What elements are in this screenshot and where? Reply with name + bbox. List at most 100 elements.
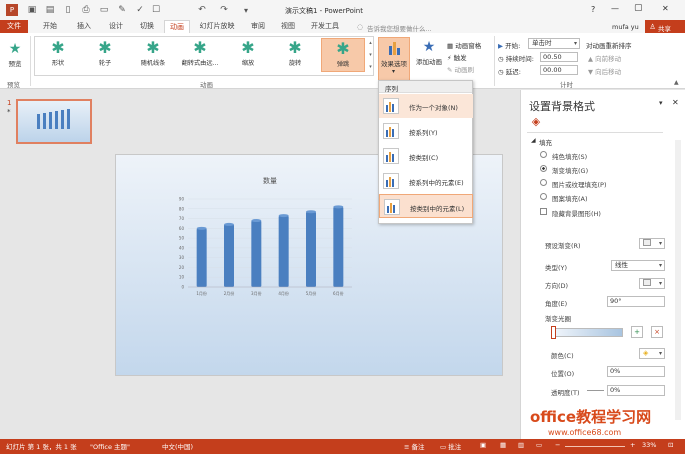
transparency-slider[interactable] xyxy=(587,390,604,391)
print-icon[interactable]: ⎙ xyxy=(80,4,92,16)
y-tick-label: 50 xyxy=(179,236,185,241)
effect-grow-turn[interactable]: ✱ 翻转式由远... xyxy=(178,38,222,72)
add-stop-icon[interactable]: + xyxy=(631,326,643,338)
zoom-level[interactable]: 33% xyxy=(642,441,656,449)
tab-file[interactable]: 文件 xyxy=(0,20,28,33)
effect-wheel[interactable]: ✱ 轮子 xyxy=(83,38,127,72)
fill-section-header[interactable]: 填充 xyxy=(539,137,552,147)
wheel-star-icon: ✱ xyxy=(98,38,112,57)
tab-slideshow[interactable]: 幻灯片放映 xyxy=(196,20,238,33)
open-icon[interactable]: ☐ xyxy=(150,4,162,16)
collapse-ribbon-icon[interactable]: ▲ xyxy=(674,79,679,86)
effect-label: 翻转式由远... xyxy=(181,60,219,67)
user-name[interactable]: mufa yu xyxy=(612,23,639,31)
effect-zoom[interactable]: ✱ 缩放 xyxy=(226,38,270,72)
duration-input[interactable]: 00.50 xyxy=(540,52,578,62)
spell-check-icon[interactable]: ✓ xyxy=(134,4,146,16)
fit-slide-icon[interactable]: ⊡ xyxy=(668,441,673,449)
slideshow-icon[interactable]: ▭ xyxy=(536,441,542,449)
powerpoint-logo-icon: P xyxy=(6,4,18,16)
preset-gradient-dropdown[interactable] xyxy=(639,238,665,249)
menu-item-by-category[interactable]: 按类别(C) xyxy=(379,144,473,168)
language[interactable]: 中文(中国) xyxy=(162,441,193,451)
menu-item-by-series[interactable]: 按系列(Y) xyxy=(379,119,473,143)
format-painter-icon[interactable]: ✎ xyxy=(116,4,128,16)
undo-icon[interactable]: ↶ xyxy=(194,4,210,16)
pane-close-icon[interactable]: ✕ xyxy=(672,98,679,107)
trigger-button[interactable]: ⚡ 触发 xyxy=(447,52,467,62)
tab-developer[interactable]: 开发工具 xyxy=(306,20,344,33)
gallery-scroll[interactable]: ▴ ▾ ▾ xyxy=(367,37,374,75)
preview-group-label: 预览 xyxy=(7,81,20,89)
tab-animations[interactable]: 动画 xyxy=(164,20,190,33)
start-dropdown[interactable]: 单击时 xyxy=(528,38,580,49)
menu-item-by-series-element[interactable]: 按系列中的元素(E) xyxy=(379,169,473,193)
chart-bar-cap xyxy=(224,222,234,226)
radio-picture-fill[interactable] xyxy=(540,179,547,186)
share-button[interactable]: 共享 ♙ xyxy=(645,20,685,33)
gradient-stop-handle[interactable] xyxy=(551,326,556,339)
menu-item-as-one-object[interactable]: 作为一个对象(N) xyxy=(379,94,473,118)
delay-input[interactable]: 00.00 xyxy=(540,65,578,75)
tab-view[interactable]: 视图 xyxy=(276,20,300,33)
chart-bar xyxy=(278,215,289,287)
gradient-stops-bar[interactable] xyxy=(551,328,623,337)
zoom-in-icon[interactable]: + xyxy=(630,441,635,449)
close-button[interactable]: ✕ xyxy=(662,4,669,13)
slide-thumbnail[interactable] xyxy=(16,99,92,144)
menu-item-by-category-element[interactable]: 按类别中的元素(L) xyxy=(379,194,473,218)
tab-review[interactable]: 审阅 xyxy=(246,20,270,33)
pane-options-icon[interactable]: ▾ xyxy=(659,99,663,107)
pane-scrollbar[interactable] xyxy=(675,140,681,420)
new-file-icon[interactable]: ▯ xyxy=(62,4,74,16)
tab-design[interactable]: 设计 xyxy=(104,20,128,33)
reading-view-icon[interactable]: ▥ xyxy=(518,441,524,449)
normal-view-icon[interactable]: ▣ xyxy=(480,441,486,449)
minimize-button[interactable]: — xyxy=(611,4,619,13)
angle-input[interactable]: 90° xyxy=(607,296,665,307)
save-icon[interactable]: ▣ xyxy=(26,4,38,16)
type-dropdown[interactable]: 线性 xyxy=(611,260,665,271)
animation-pane-button[interactable]: ▦ 动画窗格 xyxy=(447,40,481,50)
effect-random-bars[interactable]: ✱ 随机线条 xyxy=(131,38,175,72)
direction-dropdown[interactable] xyxy=(639,278,665,289)
add-animation-button[interactable]: ★ 添加动画 xyxy=(412,38,446,76)
effect-shape[interactable]: ✱ 形状 xyxy=(36,38,80,72)
presentation-icon[interactable]: ▭ xyxy=(98,4,110,16)
open-folder-icon[interactable]: ▤ xyxy=(44,4,56,16)
divider xyxy=(30,36,31,86)
shape-star-icon: ✱ xyxy=(51,38,65,57)
preview-button[interactable]: ★ 预览 xyxy=(4,40,26,74)
zoom-out-icon[interactable]: − xyxy=(555,441,560,449)
zoom-slider[interactable] xyxy=(565,446,625,447)
radio-pattern-fill[interactable] xyxy=(540,193,547,200)
position-input[interactable]: 0% xyxy=(607,366,665,377)
radio-gradient-fill[interactable] xyxy=(540,165,547,172)
help-button[interactable]: ? xyxy=(591,5,595,14)
maximize-button[interactable]: ▢ xyxy=(634,3,643,13)
move-later-button[interactable]: ▼ 向后移动 xyxy=(588,66,621,76)
fill-bucket-icon[interactable]: ◈ xyxy=(529,114,543,128)
slide-sorter-icon[interactable]: ▦ xyxy=(500,441,506,449)
hide-bg-checkbox[interactable] xyxy=(540,208,547,215)
notes-button[interactable]: ≡ 备注 xyxy=(404,441,425,451)
title-bar: P ▣ ▤ ▯ ⎙ ▭ ✎ ✓ ☐ ↶ ↷ ▾ 演示文稿1 - PowerPoi… xyxy=(0,0,685,20)
tab-home[interactable]: 开始 xyxy=(38,20,62,33)
effect-swivel[interactable]: ✱ 旋转 xyxy=(273,38,317,72)
transparency-input[interactable]: 0% xyxy=(607,385,665,396)
comments-button[interactable]: ▭ 批注 xyxy=(440,441,461,451)
effect-bounce[interactable]: ✱ 弹跳 xyxy=(321,38,365,72)
effect-options-button[interactable]: 效果选项 ▾ xyxy=(378,37,410,81)
tab-transitions[interactable]: 切换 xyxy=(135,20,159,33)
customize-qat-icon[interactable]: ▾ xyxy=(240,4,252,16)
move-earlier-button[interactable]: ▲ 向前移动 xyxy=(588,53,621,63)
redo-icon[interactable]: ↷ xyxy=(218,4,230,16)
tab-insert[interactable]: 插入 xyxy=(72,20,96,33)
collapse-arrow-icon[interactable]: ◢ xyxy=(531,137,536,144)
animation-painter-button[interactable]: ✎ 动画刷 xyxy=(447,64,474,74)
tell-me-search[interactable]: 告诉我您想要做什么... xyxy=(367,23,432,33)
add-animation-star-icon: ★ xyxy=(422,39,436,55)
radio-solid-fill[interactable] xyxy=(540,151,547,158)
remove-stop-icon[interactable]: × xyxy=(651,326,663,338)
color-picker[interactable]: ◈ xyxy=(639,348,665,359)
